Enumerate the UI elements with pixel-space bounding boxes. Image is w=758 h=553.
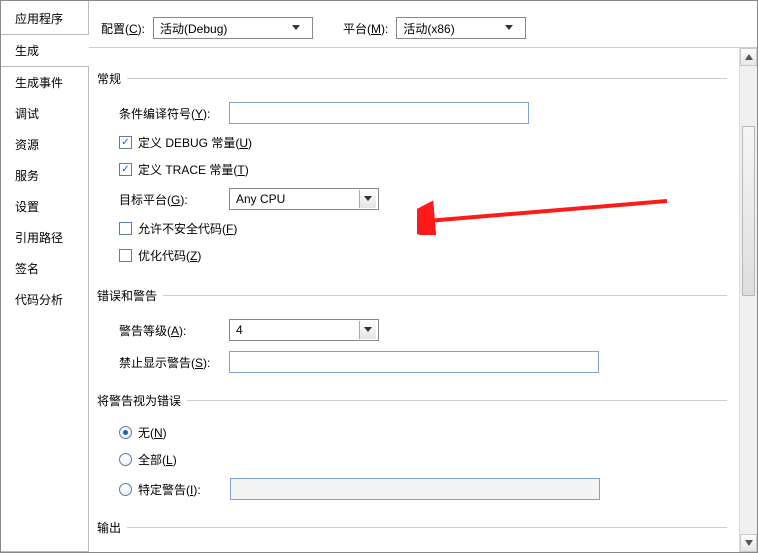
group-output: 输出 — [97, 519, 727, 536]
sidebar-item-label: 代码分析 — [15, 293, 63, 307]
sidebar-item-services[interactable]: 服务 — [1, 160, 88, 191]
row-suppress-warnings: 禁止显示警告(S): — [97, 346, 727, 378]
warning-level-value: 4 — [236, 323, 243, 337]
platform-target-value: Any CPU — [236, 192, 285, 206]
treat-none-radio[interactable] — [119, 426, 132, 439]
chevron-down-icon — [359, 321, 376, 339]
treat-specific-label: 特定警告(I): — [138, 481, 230, 498]
main-panel: 配置(C): 活动(Debug) 平台(M): 活动(x86) 常规 — [89, 1, 757, 552]
allow-unsafe-label: 允许不安全代码(F) — [138, 220, 237, 237]
sidebar-item-build-events[interactable]: 生成事件 — [1, 67, 88, 98]
scroll-area: 常规 条件编译符号(Y): 定义 DEBUG 常量(U) — [89, 48, 737, 552]
sidebar-item-label: 调试 — [15, 107, 39, 121]
sidebar-item-code-analysis[interactable]: 代码分析 — [1, 284, 88, 315]
chevron-down-icon — [359, 190, 376, 208]
platform-label: 平台(M): — [343, 20, 388, 37]
sidebar-item-label: 资源 — [15, 138, 39, 152]
optimize-code-checkbox[interactable] — [119, 249, 132, 262]
configuration-label: 配置(C): — [101, 20, 145, 37]
platform-target-label: 目标平台(G): — [119, 191, 229, 208]
treat-none-label: 无(N) — [138, 424, 167, 441]
scroll-up-button[interactable] — [740, 48, 757, 66]
row-platform-target: 目标平台(G): Any CPU — [97, 183, 727, 215]
sidebar-item-signing[interactable]: 签名 — [1, 253, 88, 284]
row-treat-specific: 特定警告(I): — [97, 473, 727, 505]
platform-target-select[interactable]: Any CPU — [229, 188, 379, 210]
sidebar-item-label: 应用程序 — [15, 12, 63, 26]
treat-all-radio[interactable] — [119, 453, 132, 466]
group-errors-warnings: 错误和警告 — [97, 287, 727, 304]
group-label: 输出 — [97, 519, 127, 536]
group-label: 将警告视为错误 — [97, 392, 187, 409]
warning-level-select[interactable]: 4 — [229, 319, 379, 341]
row-warning-level: 警告等级(A): 4 — [97, 314, 727, 346]
platform-combo[interactable]: 活动(x86) — [396, 17, 526, 39]
group-general: 常规 — [97, 70, 727, 87]
define-debug-label: 定义 DEBUG 常量(U) — [138, 134, 252, 151]
scroll-down-button[interactable] — [740, 534, 757, 552]
content-area: 常规 条件编译符号(Y): 定义 DEBUG 常量(U) — [89, 48, 757, 552]
suppress-warnings-input[interactable] — [229, 351, 599, 373]
row-allow-unsafe: 允许不安全代码(F) — [97, 215, 727, 242]
sidebar-item-label: 服务 — [15, 169, 39, 183]
chevron-down-icon — [292, 25, 308, 31]
conditional-symbols-label: 条件编译符号(Y): — [119, 105, 229, 122]
group-divider — [127, 78, 727, 79]
group-divider — [187, 400, 727, 401]
sidebar-item-label: 引用路径 — [15, 231, 63, 245]
group-divider — [163, 295, 727, 296]
define-trace-checkbox[interactable] — [119, 163, 132, 176]
allow-unsafe-checkbox[interactable] — [119, 222, 132, 235]
sidebar-divider — [1, 551, 88, 552]
treat-specific-input — [230, 478, 600, 500]
row-optimize-code: 优化代码(Z) — [97, 242, 727, 269]
scroll-thumb[interactable] — [742, 126, 755, 296]
suppress-warnings-label: 禁止显示警告(S): — [119, 354, 229, 371]
treat-specific-radio[interactable] — [119, 483, 132, 496]
define-debug-checkbox[interactable] — [119, 136, 132, 149]
configuration-combo[interactable]: 活动(Debug) — [153, 17, 313, 39]
sidebar-item-application[interactable]: 应用程序 — [1, 3, 88, 34]
row-define-trace: 定义 TRACE 常量(T) — [97, 156, 727, 183]
conditional-symbols-input[interactable] — [229, 102, 529, 124]
row-treat-all: 全部(L) — [97, 446, 727, 473]
row-conditional-symbols: 条件编译符号(Y): — [97, 97, 727, 129]
vertical-scrollbar[interactable] — [739, 48, 757, 552]
sidebar-item-resources[interactable]: 资源 — [1, 129, 88, 160]
chevron-down-icon — [505, 25, 521, 31]
sidebar-item-label: 生成 — [15, 44, 39, 58]
sidebar: 应用程序 生成 生成事件 调试 资源 服务 设置 引用路径 签名 代码分析 — [1, 1, 89, 552]
sidebar-item-reference-paths[interactable]: 引用路径 — [1, 222, 88, 253]
sidebar-item-settings[interactable]: 设置 — [1, 191, 88, 222]
scroll-track[interactable] — [740, 66, 757, 534]
sidebar-item-label: 生成事件 — [15, 76, 63, 90]
group-label: 错误和警告 — [97, 287, 163, 304]
define-trace-label: 定义 TRACE 常量(T) — [138, 161, 249, 178]
row-define-debug: 定义 DEBUG 常量(U) — [97, 129, 727, 156]
warning-level-label: 警告等级(A): — [119, 322, 229, 339]
optimize-code-label: 优化代码(Z) — [138, 247, 201, 264]
group-divider — [127, 527, 727, 528]
sidebar-item-label: 设置 — [15, 200, 39, 214]
configuration-value: 活动(Debug) — [160, 20, 227, 37]
platform-value: 活动(x86) — [403, 20, 454, 37]
sidebar-item-label: 签名 — [15, 262, 39, 276]
treat-all-label: 全部(L) — [138, 451, 177, 468]
sidebar-item-build[interactable]: 生成 — [1, 34, 89, 67]
project-properties-window: 应用程序 生成 生成事件 调试 资源 服务 设置 引用路径 签名 代码分析 配置… — [0, 0, 758, 553]
group-treat-warnings: 将警告视为错误 — [97, 392, 727, 409]
group-label: 常规 — [97, 70, 127, 87]
sidebar-item-debug[interactable]: 调试 — [1, 98, 88, 129]
config-toolbar: 配置(C): 活动(Debug) 平台(M): 活动(x86) — [89, 1, 757, 48]
row-treat-none: 无(N) — [97, 419, 727, 446]
